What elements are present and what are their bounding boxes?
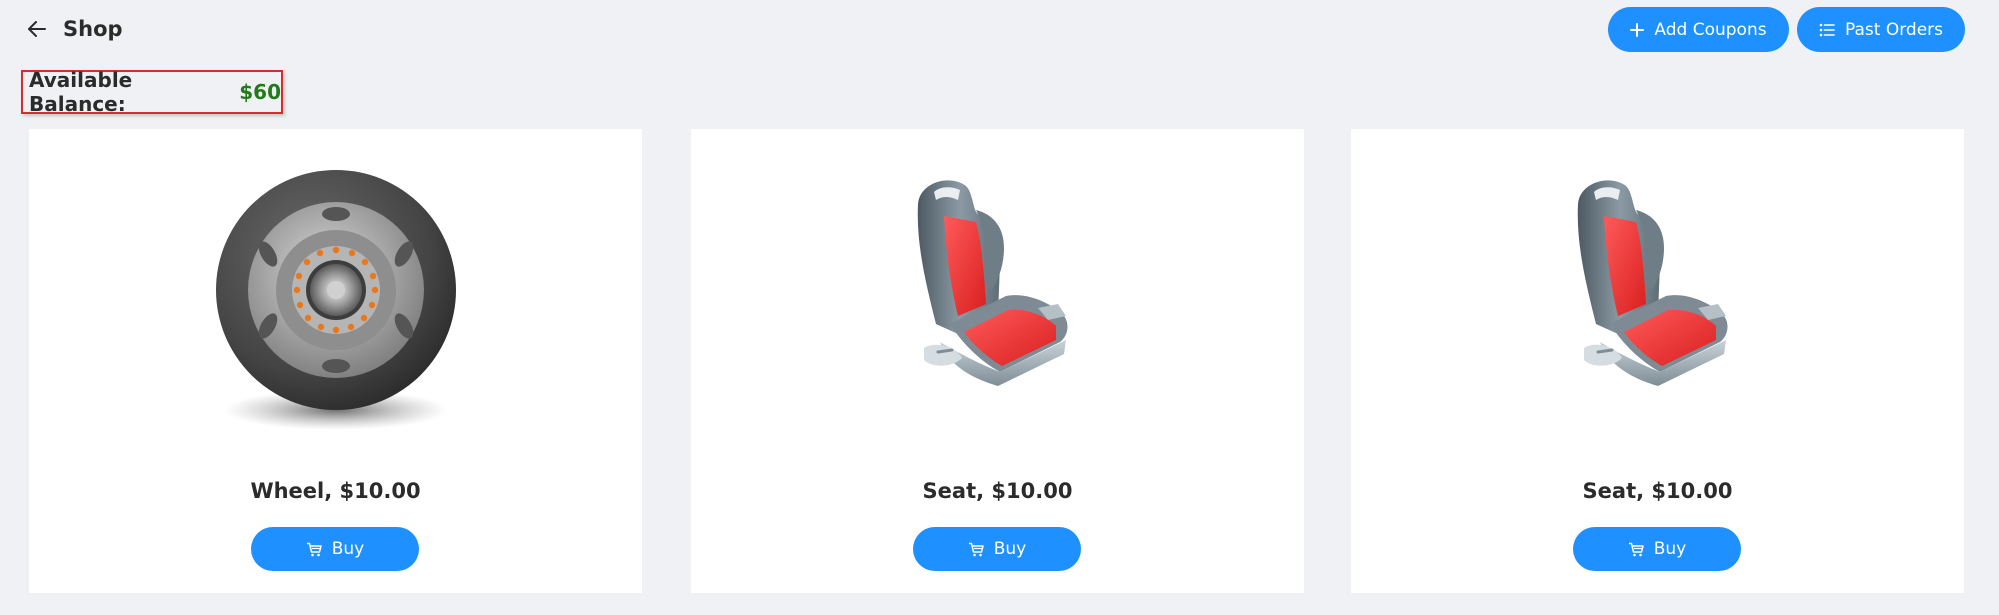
top-bar: Shop Add Coupons Past Orders — [0, 0, 1999, 58]
available-balance: Available Balance: $60 — [21, 68, 283, 116]
add-coupons-label: Add Coupons — [1654, 19, 1767, 40]
balance-value: $60 — [239, 80, 281, 104]
buy-label: Buy — [993, 539, 1027, 559]
product-name: Seat, $10.00 — [922, 479, 1073, 503]
past-orders-button[interactable]: Past Orders — [1797, 7, 1965, 52]
past-orders-label: Past Orders — [1845, 19, 1943, 40]
car-seat-image — [691, 129, 1304, 459]
buy-label: Buy — [331, 539, 365, 559]
buy-button[interactable]: Buy — [1573, 527, 1741, 571]
product-card-wheel: Wheel, $10.00 Buy — [29, 129, 642, 593]
plus-icon — [1630, 22, 1645, 37]
buy-button[interactable]: Buy — [251, 527, 419, 571]
product-name: Seat, $10.00 — [1582, 479, 1733, 503]
balance-label: Available Balance: — [29, 68, 133, 116]
product-card-seat: Seat, $10.00 Buy — [691, 129, 1304, 593]
back-button[interactable] — [22, 14, 52, 44]
cart-icon — [306, 542, 322, 557]
car-seat-image — [1351, 129, 1964, 459]
buy-button[interactable]: Buy — [913, 527, 1081, 571]
page-title: Shop — [63, 17, 123, 41]
add-coupons-button[interactable]: Add Coupons — [1608, 7, 1789, 52]
arrow-left-icon — [28, 21, 46, 37]
list-icon — [1819, 23, 1835, 37]
product-name: Wheel, $10.00 — [250, 479, 421, 503]
buy-label: Buy — [1653, 539, 1687, 559]
product-card-seat: Seat, $10.00 Buy — [1351, 129, 1964, 593]
cart-icon — [1628, 542, 1644, 557]
wheel-image — [29, 129, 642, 459]
cart-icon — [968, 542, 984, 557]
